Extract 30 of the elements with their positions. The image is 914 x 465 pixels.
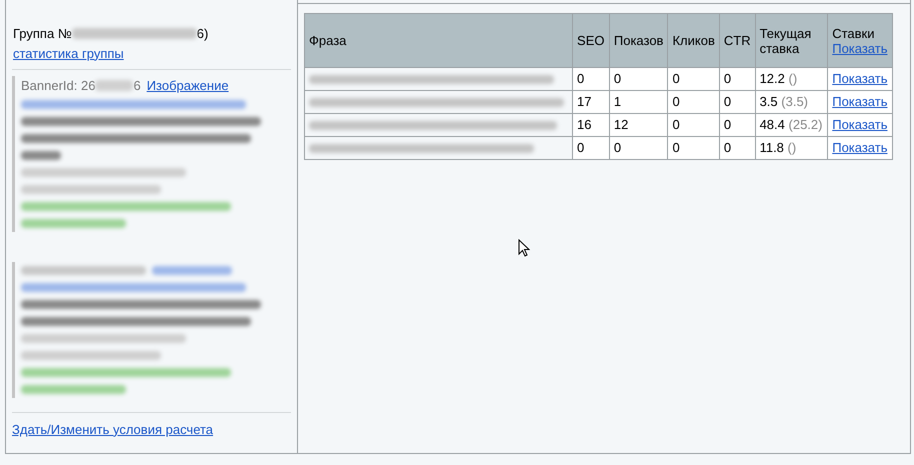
table-cell: 0 <box>572 136 610 160</box>
column-header: CTR <box>724 33 751 48</box>
column-header: Текущая ставка <box>760 26 812 56</box>
blurred-text <box>95 80 134 92</box>
bid-value: 3.5 <box>760 94 778 110</box>
column-header: Фраза <box>309 33 348 48</box>
table-cell: 0 <box>719 136 756 160</box>
bid-previous: () <box>788 140 796 156</box>
table-cell: 0 <box>609 136 668 160</box>
mouse-cursor-icon <box>518 239 530 258</box>
show-bids-link[interactable]: Показать <box>832 40 888 56</box>
group-title-end: 6) <box>196 25 208 43</box>
group-title: Группа № <box>13 25 72 43</box>
bid-value: 12.2 <box>760 71 785 86</box>
image-link[interactable]: Изображение <box>146 76 229 96</box>
bid-value: 11.8 <box>760 140 784 156</box>
column-header: Показов <box>614 33 664 48</box>
bid-previous: () <box>788 71 798 86</box>
bid-value: 48.4 <box>760 117 785 132</box>
table-cell: 0 <box>668 136 720 160</box>
column-header: Кликов <box>672 33 715 48</box>
column-header: SEO <box>577 33 605 48</box>
bid-previous: (25.2) <box>788 117 822 132</box>
banner-id-end: 6 <box>133 77 141 95</box>
bid-previous: (3.5) <box>781 94 808 110</box>
blurred-text <box>21 150 61 160</box>
column-header: Ставки <box>832 26 876 40</box>
banner-id: BannerId: 26 <box>21 77 96 95</box>
group-stats-link[interactable]: статистика группы <box>12 44 124 63</box>
settings-link[interactable]: Здать/Изменить условия расчета <box>12 420 214 439</box>
